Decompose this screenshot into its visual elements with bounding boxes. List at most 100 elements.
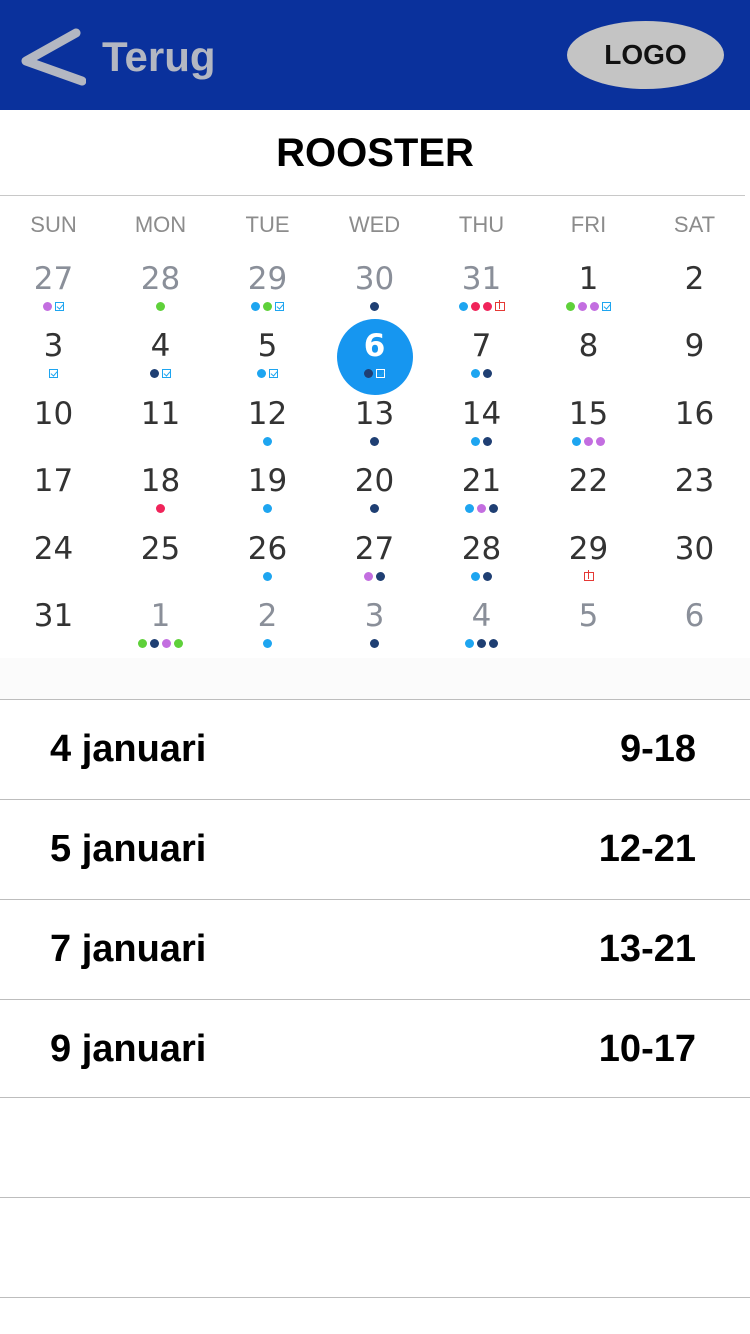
schedule-row[interactable]: 7 januari 13-21	[0, 899, 750, 999]
event-dot	[584, 436, 593, 446]
day-number: 23	[674, 463, 715, 499]
day-number: 18	[140, 463, 181, 499]
schedule-row[interactable]: 5 januari 12-21	[0, 799, 750, 899]
calendar-footer-space	[0, 658, 750, 700]
calendar-day[interactable]: 18	[107, 462, 214, 522]
schedule-row[interactable]: 4 januari 9-18	[0, 699, 750, 799]
calendar-day[interactable]: 29	[214, 260, 321, 320]
calendar-day[interactable]: 15	[535, 395, 642, 455]
day-number: 31	[461, 261, 502, 297]
weekday-label: MON	[134, 212, 187, 237]
event-dot	[162, 638, 171, 648]
calendar-day[interactable]: 17	[0, 462, 107, 522]
event-dot	[471, 571, 480, 581]
day-number: 1	[578, 261, 599, 297]
schedule-time: 10-17	[598, 1028, 696, 1070]
event-dot	[156, 301, 165, 311]
event-dot	[465, 638, 474, 648]
calendar-day[interactable]: 21	[428, 462, 535, 522]
schedule-row[interactable]	[0, 1197, 750, 1297]
calendar-day[interactable]: 4	[428, 597, 535, 657]
calendar-day[interactable]: 7	[428, 327, 535, 387]
calendar-day[interactable]: 1	[107, 597, 214, 657]
event-markers	[107, 636, 214, 650]
calendar-day[interactable]: 24	[0, 530, 107, 590]
logo: LOGO	[567, 21, 724, 89]
event-markers	[428, 636, 535, 650]
calendar-day[interactable]: 26	[214, 530, 321, 590]
calendar-day[interactable]: 31	[428, 260, 535, 320]
calendar-day[interactable]: 29	[535, 530, 642, 590]
calendar-day[interactable]: 27	[0, 260, 107, 320]
calendar: SUN MON TUE WED THU FRI SAT 27 28 29 30 31 1 2 3 4 5 6 7 8 9…	[0, 196, 750, 658]
event-markers	[0, 299, 107, 313]
day-number: 6	[363, 328, 386, 364]
event-markers	[214, 569, 321, 583]
event-markers	[321, 366, 428, 380]
day-number: 2	[257, 598, 278, 634]
event-markers	[641, 299, 748, 313]
event-dot	[483, 571, 492, 581]
event-dot	[263, 571, 272, 581]
event-markers	[535, 636, 642, 650]
calendar-day[interactable]: 5	[535, 597, 642, 657]
calendar-day[interactable]: 25	[107, 530, 214, 590]
calendar-day[interactable]: 31	[0, 597, 107, 657]
event-dot	[483, 436, 492, 446]
chevron-left-icon	[21, 28, 86, 86]
day-number: 25	[140, 531, 181, 567]
calendar-day[interactable]: 14	[428, 395, 535, 455]
calendar-day[interactable]: 30	[321, 260, 428, 320]
page-title: ROOSTER	[276, 130, 474, 175]
calendar-day[interactable]: 27	[321, 530, 428, 590]
event-dot	[483, 368, 492, 378]
schedule-date: 7 januari	[50, 928, 207, 970]
event-dot	[43, 301, 52, 311]
calendar-day[interactable]: 23	[641, 462, 748, 522]
calendar-day[interactable]: 30	[641, 530, 748, 590]
event-markers	[428, 434, 535, 448]
day-number: 31	[33, 598, 74, 634]
calendar-day[interactable]: 9	[641, 327, 748, 387]
calendar-day[interactable]: 10	[0, 395, 107, 455]
calendar-day[interactable]: 12	[214, 395, 321, 455]
back-button[interactable]: Terug	[14, 22, 234, 92]
weekday-label: FRI	[570, 212, 607, 237]
calendar-day[interactable]: 8	[535, 327, 642, 387]
calendar-day[interactable]: 11	[107, 395, 214, 455]
calendar-day[interactable]: 6	[641, 597, 748, 657]
day-number: 30	[354, 261, 395, 297]
calendar-day[interactable]: 22	[535, 462, 642, 522]
list-bottom-divider	[0, 1297, 750, 1298]
event-dot	[471, 436, 480, 446]
event-markers	[321, 501, 428, 515]
schedule-date: 9 januari	[50, 1028, 207, 1070]
task-check-icon	[376, 368, 385, 378]
schedule-row[interactable]: 9 januari 10-17	[0, 999, 750, 1099]
event-markers	[641, 636, 748, 650]
event-dot	[364, 368, 373, 378]
calendar-day[interactable]: 20	[321, 462, 428, 522]
calendar-day[interactable]: 5	[214, 327, 321, 387]
calendar-day[interactable]: 2	[641, 260, 748, 320]
calendar-day[interactable]: 2	[214, 597, 321, 657]
calendar-day[interactable]: 28	[428, 530, 535, 590]
calendar-day[interactable]: 3	[0, 327, 107, 387]
event-markers	[321, 434, 428, 448]
task-check-icon	[275, 301, 284, 311]
event-dot	[578, 301, 587, 311]
event-markers	[428, 299, 535, 313]
event-dot	[263, 301, 272, 311]
calendar-day[interactable]: 13	[321, 395, 428, 455]
calendar-day[interactable]: 28	[107, 260, 214, 320]
schedule-row[interactable]	[0, 1097, 750, 1197]
calendar-day[interactable]: 6	[321, 327, 428, 387]
calendar-day[interactable]: 19	[214, 462, 321, 522]
day-number: 5	[257, 328, 278, 364]
calendar-day[interactable]: 1	[535, 260, 642, 320]
calendar-day[interactable]: 3	[321, 597, 428, 657]
day-number: 19	[247, 463, 288, 499]
event-dot	[370, 503, 379, 513]
calendar-day[interactable]: 16	[641, 395, 748, 455]
calendar-day[interactable]: 4	[107, 327, 214, 387]
